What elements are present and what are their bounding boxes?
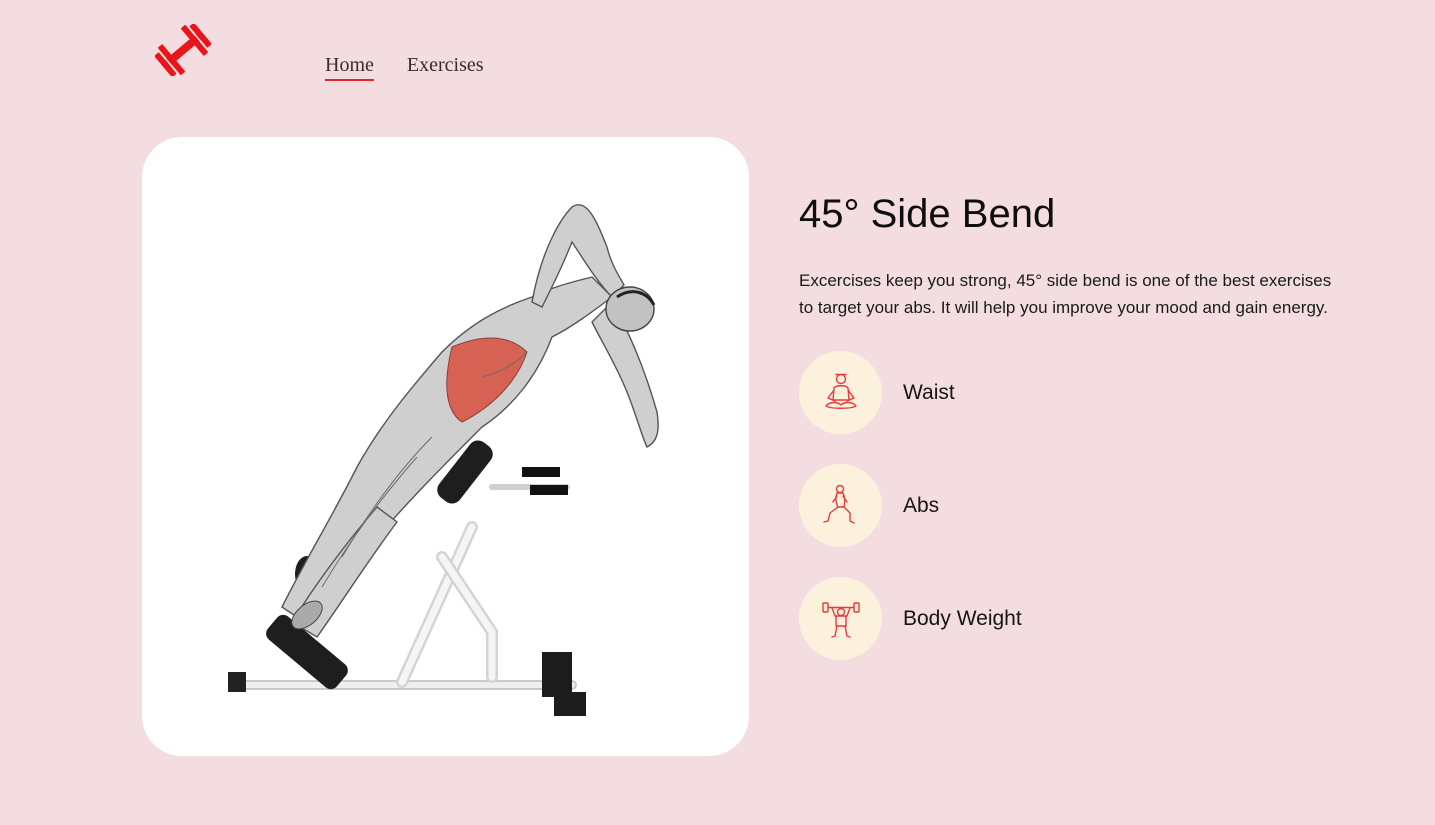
tag-waist: Waist [799, 351, 1022, 434]
page: Home Exercises 45° Side Bend Excercises … [0, 0, 1435, 825]
dumbbell-icon[interactable] [154, 22, 212, 78]
nav-link-exercises[interactable]: Exercises [407, 54, 484, 81]
side-bend-illustration [228, 204, 659, 716]
meditation-icon [799, 351, 882, 434]
exercise-image-card [142, 137, 749, 756]
tag-label: Body Weight [903, 606, 1022, 630]
exercise-description: Excercises keep you strong, 45° side ben… [799, 271, 1332, 317]
weightlifter-icon [799, 577, 882, 660]
nav-link-home[interactable]: Home [325, 54, 374, 81]
exercise-title: 45° Side Bend [799, 192, 1056, 236]
tag-label: Waist [903, 380, 955, 404]
main-nav: Home Exercises [325, 54, 484, 81]
tag-label: Abs [903, 493, 940, 517]
tag-body-weight: Body Weight [799, 577, 1022, 660]
exercise-tags: Waist Abs Body Weight [799, 351, 1022, 660]
tag-abs: Abs [799, 464, 1022, 547]
lunge-icon [799, 464, 882, 547]
